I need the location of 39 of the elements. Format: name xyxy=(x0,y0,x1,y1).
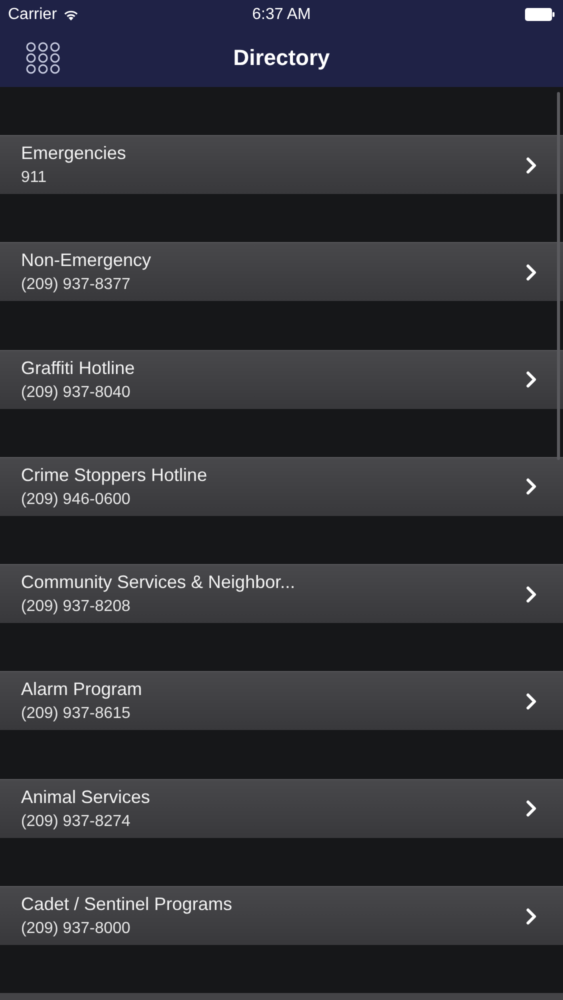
phone-number: (209) 937-8377 xyxy=(21,276,132,294)
phone-number: (209) 937-8000 xyxy=(21,920,132,938)
menu-button[interactable] xyxy=(25,41,61,75)
directory-item[interactable]: Community Services & Neighbor... (209) 937-8208 xyxy=(0,564,563,624)
contact-name: Crime Stoppers Hotline xyxy=(21,464,208,486)
screen-title: Directory xyxy=(233,45,330,71)
chevron-right-icon xyxy=(526,692,537,710)
phone-number: (209) 946-0600 xyxy=(21,490,132,509)
contact-name: Non-Emergency xyxy=(21,250,152,272)
contact-name: Cadet / Sentinel Programs xyxy=(21,894,232,916)
directory-item[interactable]: Animal Services (209) 937-8274 xyxy=(0,778,563,838)
chevron-right-icon xyxy=(526,478,537,496)
contact-name: Graffiti Hotline xyxy=(21,358,135,379)
contact-name: Community Services & Neighbor... xyxy=(21,572,296,594)
contact-name: Animal Services xyxy=(21,786,150,808)
chevron-right-icon xyxy=(526,908,537,925)
contact-name: Alarm Program xyxy=(21,679,142,700)
grid-dots-icon xyxy=(26,42,60,74)
phone-number: (209) 937-8208 xyxy=(21,598,132,616)
chevron-right-icon xyxy=(526,264,537,281)
directory-item[interactable]: Alarm Program (209) 937-8615 xyxy=(0,671,563,730)
contact-name: Emergencies xyxy=(21,143,126,164)
wifi-icon xyxy=(62,8,79,20)
phone-number: (209) 937-8274 xyxy=(21,812,132,831)
directory-item[interactable]: Graffiti Hotline (209) 937-8040 xyxy=(0,350,563,409)
chevron-right-icon xyxy=(526,800,537,818)
phone-number: (209) 937-8040 xyxy=(21,384,132,402)
directory-item[interactable]: Emergencies 911 xyxy=(0,135,563,194)
directory-item[interactable]: Crime Stoppers Hotline (209) 946-0600 xyxy=(0,456,563,516)
battery-icon xyxy=(525,8,555,21)
directory-item[interactable]: Non-Emergency (209) 937-8377 xyxy=(0,242,563,302)
chevron-right-icon xyxy=(526,156,537,174)
phone-number: 911 xyxy=(21,169,48,187)
chevron-right-icon xyxy=(526,371,537,388)
clock-time: 6:37 AM xyxy=(252,6,311,24)
phone-number: (209) 937-8615 xyxy=(21,705,132,724)
carrier-label: Carrier xyxy=(8,6,57,24)
chevron-right-icon xyxy=(526,586,537,603)
directory-item[interactable]: Cadet / Sentinel Programs (209) 937-8000 xyxy=(0,886,563,946)
